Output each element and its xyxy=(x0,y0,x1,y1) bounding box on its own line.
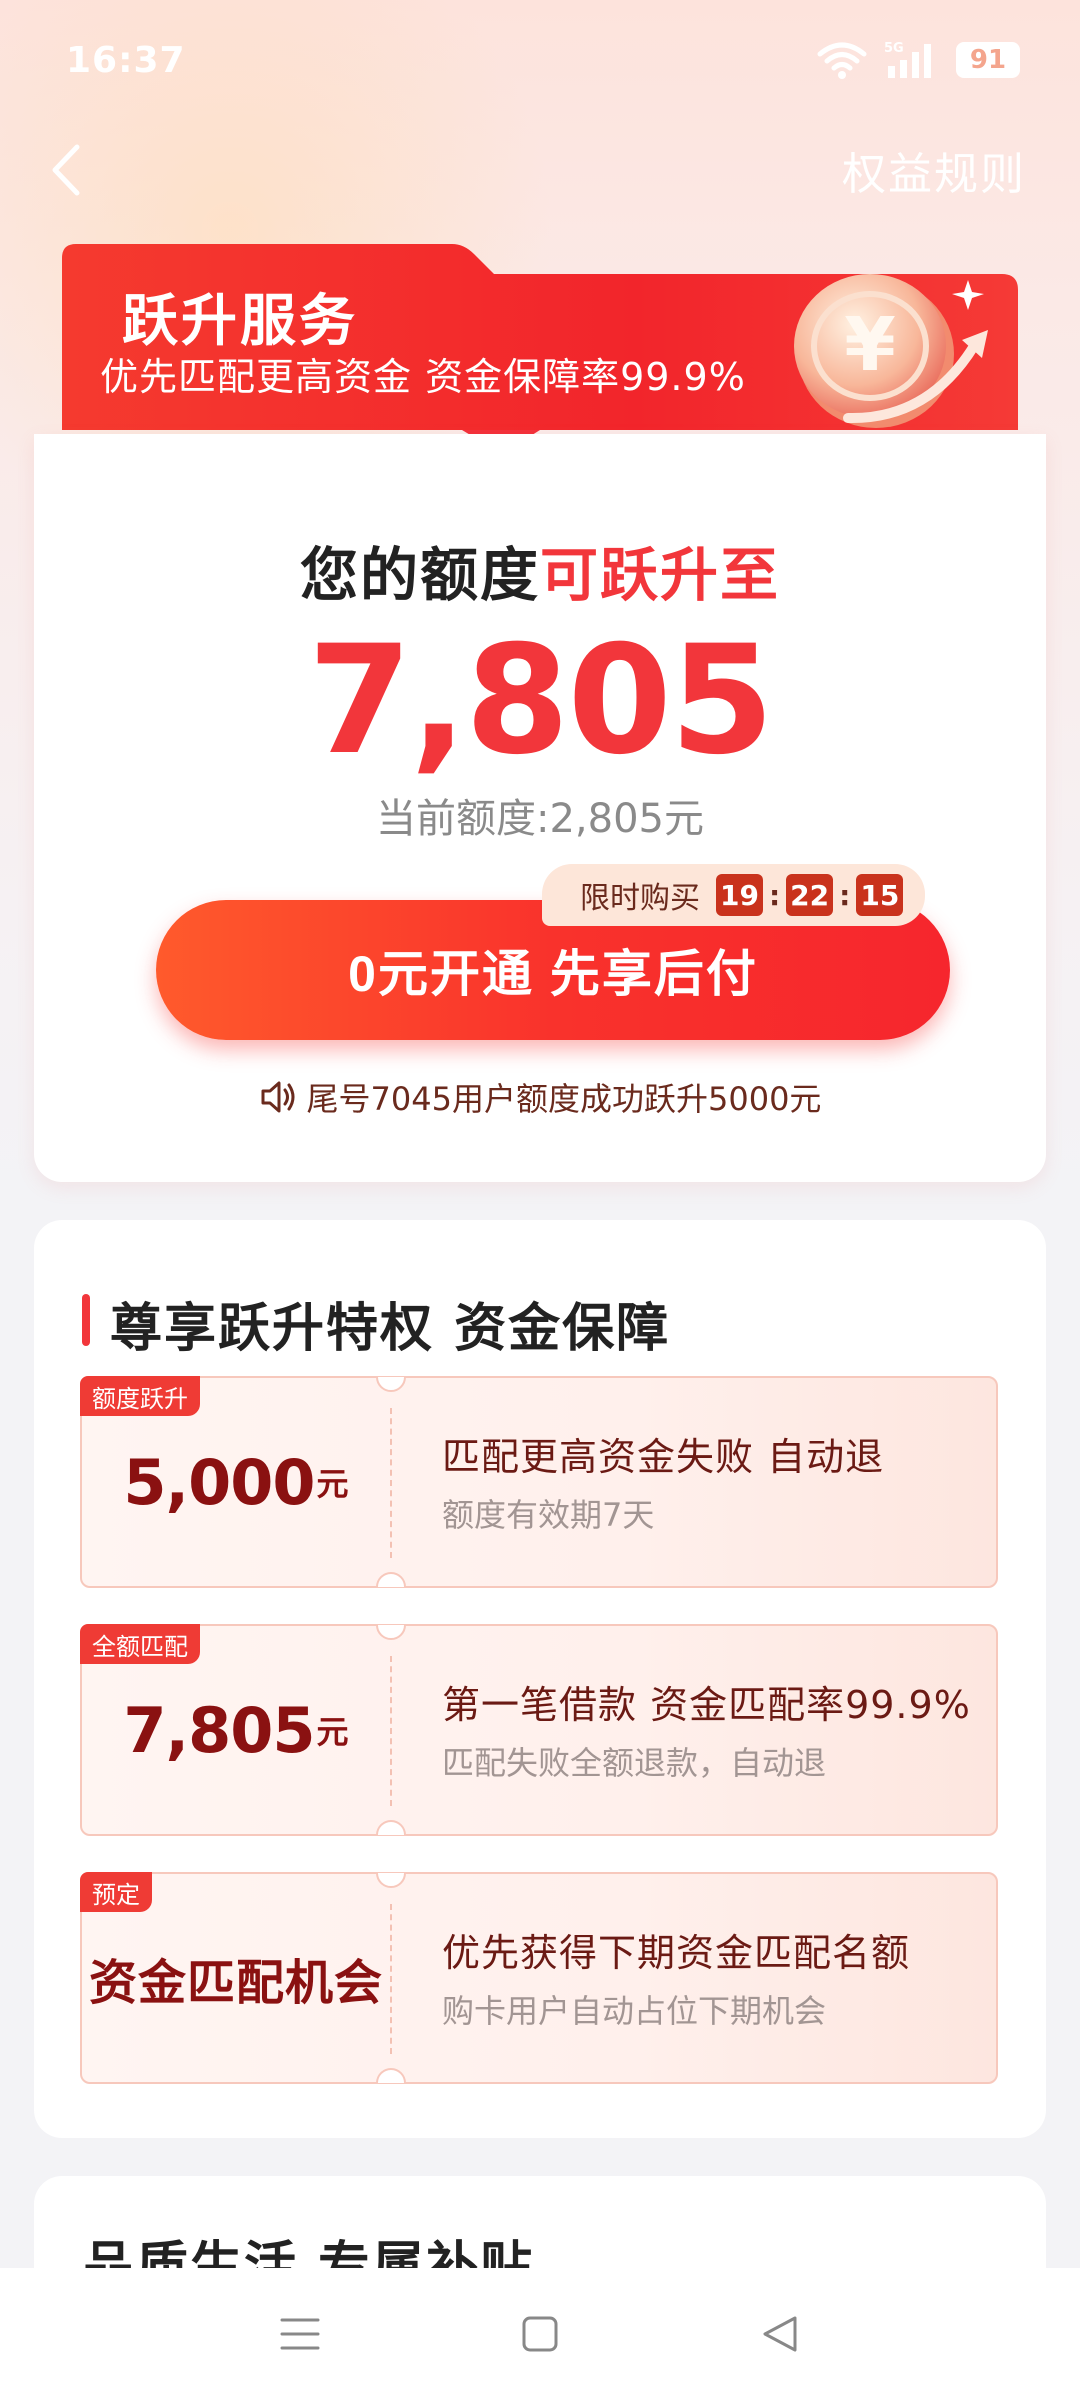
quota-card: 您的额度可跃升至 7,805 当前额度:2,805元 限时购买 19 : 22 … xyxy=(34,434,1046,1182)
ticket-unit: 元 xyxy=(316,1713,349,1751)
notice-text: 尾号7045用户额度成功跃升5000元 xyxy=(306,1080,822,1118)
ticket-amount-block: 5,000 元 xyxy=(82,1378,390,1586)
privilege-ticket-full-match: 全额匹配 7,805 元 第一笔借款 资金匹配率99.9% 匹配失败全额退款，自动… xyxy=(80,1624,998,1836)
battery-level: 91 xyxy=(969,45,1007,75)
top-nav: 权益规则 xyxy=(0,130,1080,210)
countdown-separator: : xyxy=(768,878,781,912)
current-quota: 当前额度:2,805元 xyxy=(376,796,704,842)
countdown-hours: 19 xyxy=(716,874,763,916)
quota-heading-prefix: 您的额度 xyxy=(299,541,540,609)
status-bar: 16:37 5G 91 xyxy=(0,0,1080,120)
system-nav-bar xyxy=(0,2268,1080,2400)
ticket-sub-text: 额度有效期7天 xyxy=(442,1496,655,1534)
quota-heading: 您的额度可跃升至 xyxy=(34,528,1046,612)
ticket-sub-text: 购卡用户自动占位下期机会 xyxy=(442,1992,827,2030)
ticket-unit: 元 xyxy=(316,1465,349,1503)
privilege-ticket-reserve: 预定 资金匹配机会 优先获得下期资金匹配名额 购卡用户自动占位下期机会 xyxy=(80,1872,998,2084)
rules-link[interactable]: 权益规则 xyxy=(842,138,1026,202)
ticket-left-text: 资金匹配机会 xyxy=(88,1955,383,2011)
home-icon[interactable] xyxy=(510,2304,570,2364)
countdown-label: 限时购买 xyxy=(580,881,700,916)
yen-coin-icon: ¥ xyxy=(794,274,988,428)
service-banner: 跃升服务 优先匹配更高资金 资金保障率99.9% ¥ xyxy=(62,244,1018,454)
ticket-sub-text: 匹配失败全额退款，自动退 xyxy=(442,1744,827,1782)
banner-title: 跃升服务 xyxy=(122,289,358,354)
privileges-card: 尊享跃升特权 资金保障 额度跃升 5,000 元 匹配更高资金失败 自动退 额度有… xyxy=(34,1220,1046,2138)
ticket-amount-block: 资金匹配机会 xyxy=(82,1874,390,2082)
ticket-main-text: 第一笔借款 资金匹配率99.9% xyxy=(442,1683,971,1727)
countdown-tag: 限时购买 19 : 22 : 15 xyxy=(542,864,926,926)
battery-indicator: 91 xyxy=(956,42,1020,78)
wifi-icon xyxy=(817,42,867,79)
status-time: 16:37 xyxy=(66,39,186,81)
ticket-amount: 7,805 xyxy=(123,1693,315,1767)
quota-heading-highlight: 可跃升至 xyxy=(540,541,781,609)
notice-bar: 尾号7045用户额度成功跃升5000元 xyxy=(34,1074,1046,1120)
back-triangle-icon[interactable] xyxy=(750,2304,810,2364)
svg-text:¥: ¥ xyxy=(844,302,896,388)
ticket-main-text: 匹配更高资金失败 自动退 xyxy=(442,1435,885,1479)
ticket-amount-block: 7,805 元 xyxy=(82,1626,390,1834)
status-icons: 5G 91 xyxy=(816,40,1020,80)
ticket-amount: 5,000 xyxy=(123,1445,315,1519)
page: 16:37 5G 91 权益规则 跃升服务 优先匹配更高资金 资金保障率99.9… xyxy=(0,0,1080,2400)
chevron-left-icon[interactable] xyxy=(44,140,88,200)
menu-icon[interactable] xyxy=(270,2304,330,2364)
countdown-seconds: 15 xyxy=(856,874,904,916)
privileges-title: 尊享跃升特权 资金保障 xyxy=(82,1286,670,1361)
privilege-ticket-quota: 额度跃升 5,000 元 匹配更高资金失败 自动退 额度有效期7天 xyxy=(80,1376,998,1588)
speaker-icon xyxy=(261,1081,295,1113)
countdown-minutes: 22 xyxy=(786,874,834,916)
ticket-main-text: 优先获得下期资金匹配名额 xyxy=(442,1931,911,1975)
upgraded-quota-amount: 7,805 xyxy=(307,614,774,788)
countdown-separator: : xyxy=(839,878,851,912)
network-label: 5G xyxy=(884,41,904,56)
signal-5g-icon: 5G xyxy=(884,41,931,78)
banner-subtitle: 优先匹配更高资金 资金保障率99.9% xyxy=(100,355,746,399)
